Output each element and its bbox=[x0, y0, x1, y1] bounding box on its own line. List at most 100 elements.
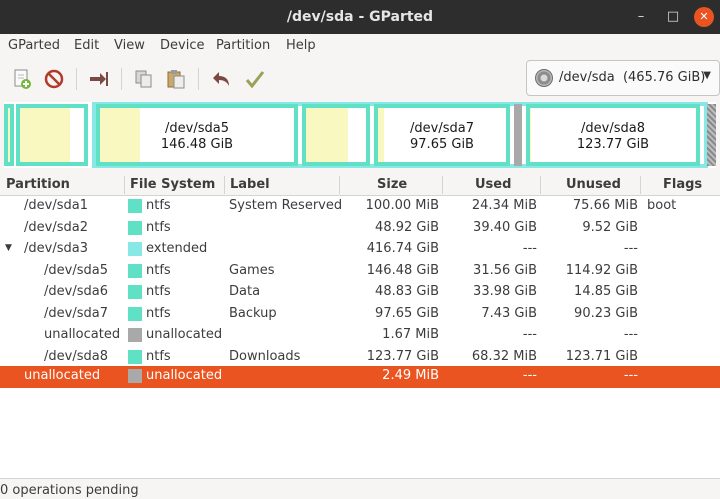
col-flags[interactable]: Flags bbox=[663, 177, 702, 192]
cell-used: 24.34 MiB bbox=[471, 198, 537, 213]
menu-device[interactable]: Device bbox=[160, 38, 204, 53]
fs-color-swatch bbox=[128, 285, 142, 299]
map-partition-sda7[interactable]: /dev/sda7 97.65 GiB bbox=[374, 104, 510, 166]
table-row[interactable]: ▼ /dev/sda3 extended 416.74 GiB --- --- bbox=[0, 239, 720, 261]
map-label-sda8-size: 123.77 GiB bbox=[576, 137, 650, 152]
cell-filesystem: extended bbox=[146, 241, 208, 256]
menu-edit[interactable]: Edit bbox=[74, 38, 99, 53]
cell-partition: /dev/sda6 bbox=[44, 284, 108, 299]
cell-size: 416.74 GiB bbox=[366, 241, 439, 256]
device-selector[interactable]: /dev/sda (465.76 GiB) ▼ bbox=[526, 60, 720, 96]
map-partition-sda1[interactable] bbox=[4, 104, 14, 166]
undo-icon[interactable] bbox=[208, 66, 234, 92]
fs-color-swatch bbox=[128, 349, 142, 364]
cell-size: 48.83 GiB bbox=[375, 284, 439, 299]
cell-partition: /dev/sda3 bbox=[24, 241, 88, 256]
cell-flags: boot bbox=[647, 198, 677, 213]
fs-color-swatch bbox=[128, 199, 142, 213]
apply-icon[interactable] bbox=[242, 66, 268, 92]
cell-filesystem: unallocated bbox=[146, 368, 223, 383]
fs-color-swatch bbox=[128, 306, 142, 321]
fs-color-swatch bbox=[128, 263, 142, 278]
cell-label: Games bbox=[229, 262, 275, 278]
map-unallocated-1[interactable] bbox=[514, 104, 522, 166]
new-partition-icon[interactable] bbox=[9, 66, 35, 92]
map-unallocated-2[interactable] bbox=[707, 104, 716, 166]
device-name: /dev/sda bbox=[559, 70, 615, 85]
map-partition-sda6[interactable] bbox=[302, 104, 370, 166]
expander-arrow-icon[interactable]: ▼ bbox=[5, 243, 12, 253]
col-label[interactable]: Label bbox=[230, 177, 270, 192]
status-bar: 0 operations pending bbox=[0, 478, 720, 499]
cell-unused: --- bbox=[623, 241, 638, 256]
fs-color-swatch bbox=[128, 220, 142, 235]
disk-map: /dev/sda5 146.48 GiB /dev/sda7 97.65 GiB… bbox=[4, 102, 716, 168]
map-partition-sda2[interactable] bbox=[16, 104, 88, 166]
col-partition[interactable]: Partition bbox=[6, 177, 70, 192]
partition-table: /dev/sda1 ntfs System Reserved 100.00 Mi… bbox=[0, 196, 720, 478]
cell-size: 123.77 GiB bbox=[366, 348, 439, 364]
title-bar: /dev/sda - GParted – □ ✕ bbox=[0, 0, 720, 34]
cell-partition: unallocated bbox=[44, 327, 121, 342]
menu-view[interactable]: View bbox=[114, 38, 145, 53]
table-row[interactable]: /dev/sda1 ntfs System Reserved 100.00 Mi… bbox=[0, 196, 720, 218]
cell-used: 68.32 MiB bbox=[471, 348, 537, 364]
toolbar-separator bbox=[121, 68, 122, 90]
cell-partition: /dev/sda7 bbox=[44, 305, 108, 321]
cell-label: System Reserved bbox=[229, 198, 343, 213]
table-row[interactable]: /dev/sda2 ntfs 48.92 GiB 39.40 GiB 9.52 … bbox=[0, 218, 720, 240]
map-label-sda7-name: /dev/sda7 bbox=[410, 121, 474, 136]
col-used[interactable]: Used bbox=[475, 177, 511, 192]
table-row[interactable]: /dev/sda8 ntfs Downloads 123.77 GiB 68.3… bbox=[0, 347, 720, 369]
cell-label: Downloads bbox=[229, 348, 301, 364]
map-label-sda5-size: 146.48 GiB bbox=[160, 137, 234, 152]
cell-unused: --- bbox=[623, 368, 638, 383]
cell-partition: /dev/sda5 bbox=[44, 262, 108, 278]
cell-size: 2.49 MiB bbox=[382, 368, 439, 383]
delete-icon[interactable] bbox=[41, 66, 67, 92]
map-partition-sda5[interactable]: /dev/sda5 146.48 GiB bbox=[96, 104, 298, 166]
table-row[interactable]: /dev/sda6 ntfs Data 48.83 GiB 33.98 GiB … bbox=[0, 282, 720, 304]
map-partition-sda8[interactable]: /dev/sda8 123.77 GiB bbox=[526, 104, 700, 166]
table-row-selected[interactable]: unallocated unallocated 2.49 MiB --- --- bbox=[0, 366, 720, 388]
maximize-button[interactable]: □ bbox=[663, 7, 683, 27]
map-label-sda5-name: /dev/sda5 bbox=[165, 121, 229, 136]
map-label-sda8-name: /dev/sda8 bbox=[581, 121, 645, 136]
close-button[interactable]: ✕ bbox=[694, 7, 714, 27]
table-row[interactable]: unallocated unallocated 1.67 MiB --- --- bbox=[0, 325, 720, 347]
menu-gparted[interactable]: GParted bbox=[8, 38, 60, 53]
map-label-sda7-size: 97.65 GiB bbox=[410, 137, 474, 152]
cell-partition: /dev/sda8 bbox=[44, 348, 108, 364]
col-filesystem[interactable]: File System bbox=[130, 177, 215, 192]
cell-unused: 9.52 GiB bbox=[582, 219, 638, 235]
table-row[interactable]: /dev/sda7 ntfs Backup 97.65 GiB 7.43 GiB… bbox=[0, 304, 720, 326]
copy-icon[interactable] bbox=[131, 66, 157, 92]
menu-partition[interactable]: Partition bbox=[216, 38, 270, 53]
menu-help[interactable]: Help bbox=[286, 38, 316, 53]
table-row[interactable]: /dev/sda5 ntfs Games 146.48 GiB 31.56 Gi… bbox=[0, 261, 720, 283]
table-header: Partition File System Label Size Used Un… bbox=[0, 174, 720, 196]
cell-unused: 114.92 GiB bbox=[565, 262, 638, 278]
cell-label: Backup bbox=[229, 305, 277, 321]
resize-move-icon[interactable] bbox=[86, 66, 112, 92]
col-size[interactable]: Size bbox=[377, 177, 407, 192]
cell-size: 48.92 GiB bbox=[375, 219, 439, 235]
cell-filesystem: ntfs bbox=[146, 305, 171, 321]
cell-unused: --- bbox=[623, 327, 638, 342]
cell-unused: 90.23 GiB bbox=[574, 305, 638, 321]
cell-used: --- bbox=[522, 327, 537, 342]
cell-size: 100.00 MiB bbox=[365, 198, 439, 213]
cell-partition: unallocated bbox=[24, 368, 101, 383]
cell-used: 39.40 GiB bbox=[473, 219, 537, 235]
cell-filesystem: ntfs bbox=[146, 348, 171, 364]
cell-filesystem: unallocated bbox=[146, 327, 223, 342]
minimize-button[interactable]: – bbox=[631, 7, 651, 27]
window-title: /dev/sda - GParted bbox=[286, 9, 434, 25]
toolbar-separator bbox=[76, 68, 77, 90]
cell-partition: /dev/sda1 bbox=[24, 198, 88, 213]
cell-used: 33.98 GiB bbox=[473, 284, 537, 299]
paste-icon[interactable] bbox=[163, 66, 189, 92]
fs-color-swatch bbox=[128, 328, 142, 342]
col-unused[interactable]: Unused bbox=[566, 177, 621, 192]
cell-used: 31.56 GiB bbox=[473, 262, 537, 278]
